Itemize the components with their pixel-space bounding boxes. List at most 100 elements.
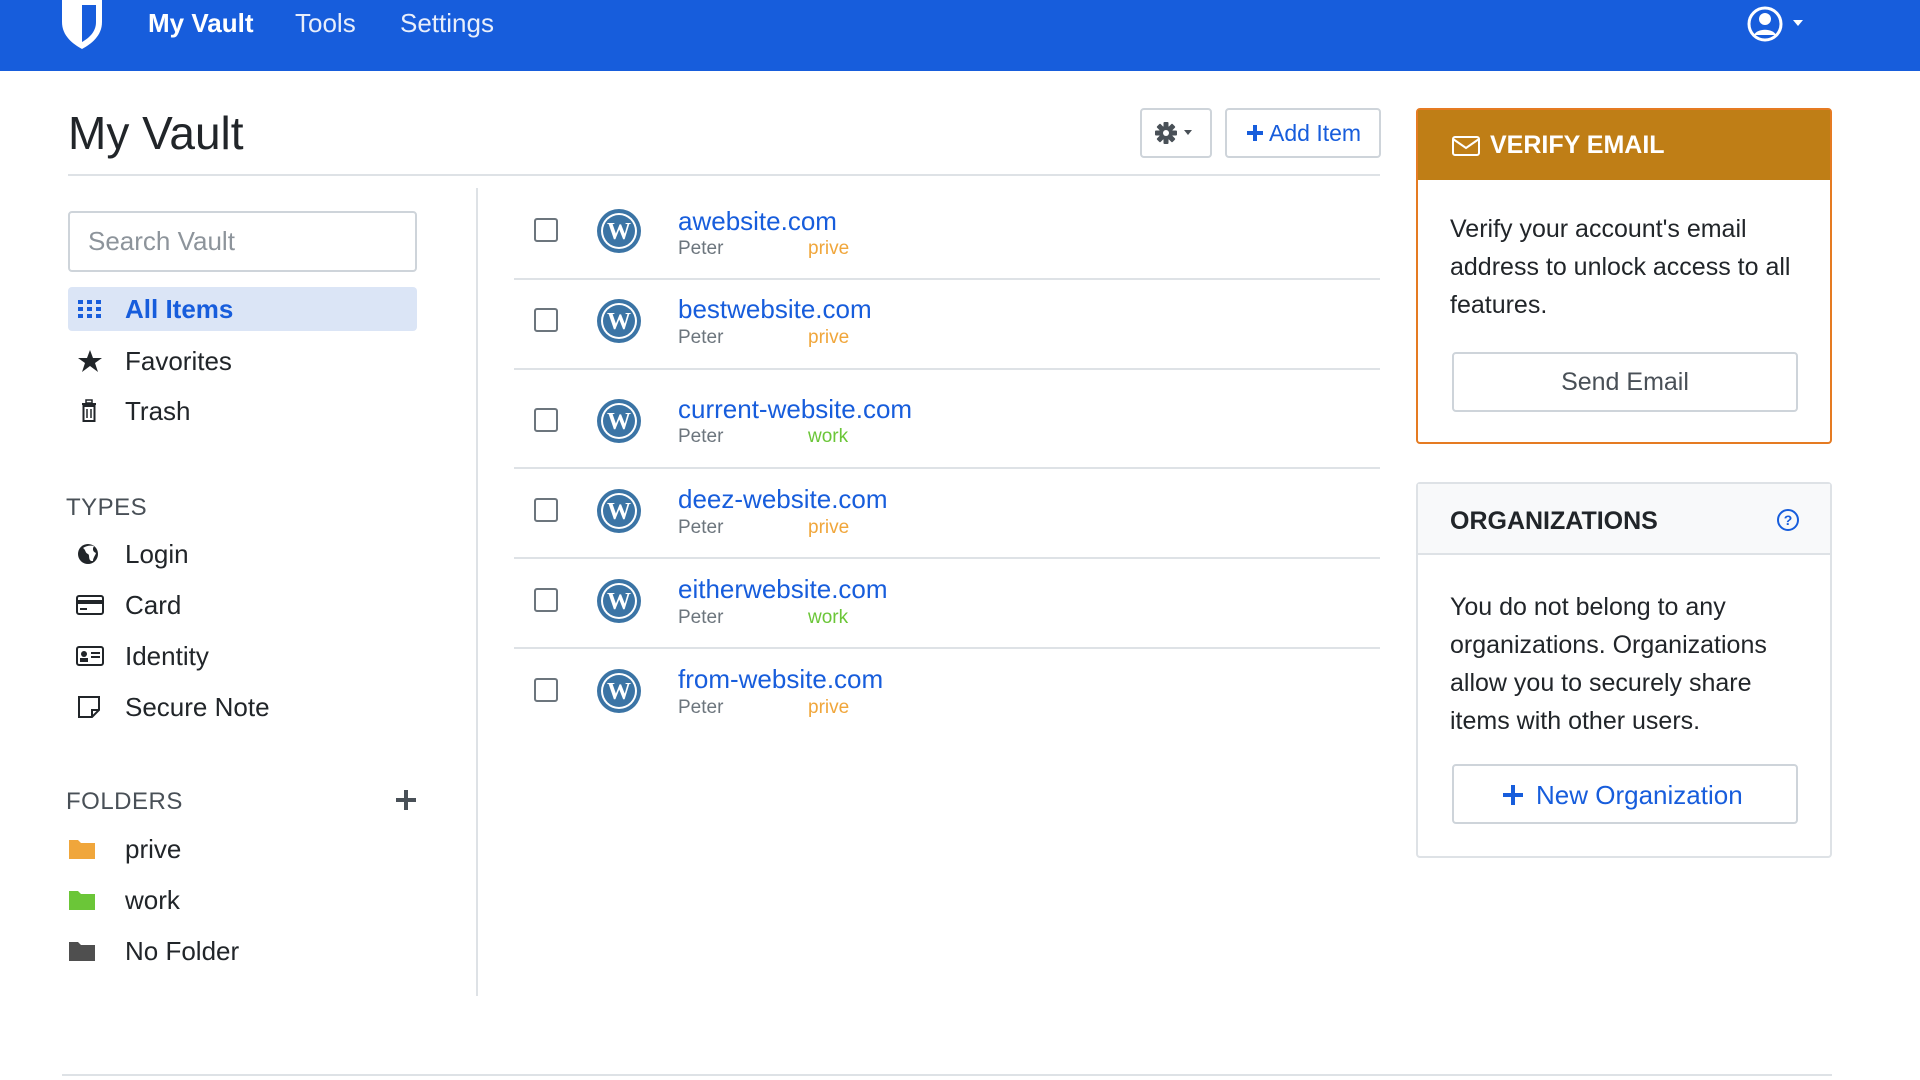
question-circle-icon[interactable]: ? [1776,508,1800,532]
wordpress-icon: W [597,669,641,713]
verify-email-card: VERIFY EMAIL Verify your account's email… [1416,108,1832,444]
item-checkbox[interactable] [534,678,558,702]
type-identity[interactable]: Identity [68,634,417,678]
svg-text:W: W [607,499,631,525]
shield-icon[interactable] [58,0,106,50]
filter-label: Trash [125,396,191,426]
note-icon [78,696,100,718]
wordpress-icon: W [597,489,641,533]
header-divider [68,174,1380,176]
filter-label: All Items [125,294,234,324]
folder-icon [69,840,95,859]
type-label: Login [125,539,189,569]
item-name-link[interactable]: current-website.com [678,394,912,425]
new-organization-button[interactable]: New Organization [1452,764,1798,824]
item-name-link[interactable]: eitherwebsite.com [678,574,888,605]
plus-icon [1247,125,1263,141]
filter-favorites[interactable]: Favorites [68,339,417,383]
folder-label: work [125,885,180,915]
credit-card-icon [76,595,104,615]
item-folder: work [808,426,849,447]
verify-email-text: Verify your account's email address to u… [1450,215,1791,319]
item-checkbox[interactable] [534,308,558,332]
add-folder-icon[interactable] [394,788,418,812]
organizations-title: ORGANIZATIONS [1450,507,1658,535]
folder-icon [69,891,95,910]
nav-settings[interactable]: Settings [400,6,494,40]
verify-email-header: VERIFY EMAIL [1418,110,1830,180]
nav-my-vault[interactable]: My Vault [148,6,253,40]
svg-text:W: W [607,309,631,335]
folder-label: No Folder [125,936,240,966]
filter-trash[interactable]: Trash [68,389,417,433]
folders-heading: FOLDERS [66,788,183,815]
row-divider [514,278,1380,280]
folder-work[interactable]: work [68,878,417,922]
row-divider [514,647,1380,649]
item-owner: Peter [678,607,724,628]
organizations-header: ORGANIZATIONS ? [1418,484,1830,555]
item-owner: Peter [678,517,724,538]
wordpress-icon: W [597,299,641,343]
svg-text:?: ? [1784,512,1793,528]
type-card[interactable]: Card [68,583,417,627]
account-menu[interactable] [1745,4,1815,44]
footer-divider [62,1074,1832,1076]
gear-icon [1155,122,1192,144]
item-checkbox[interactable] [534,218,558,242]
search-vault-input[interactable] [68,211,417,272]
item-owner: Peter [678,426,724,447]
folder-label: prive [125,834,182,864]
caret-down-icon [1793,20,1803,26]
globe-icon [78,544,98,564]
nav-tools[interactable]: Tools [295,6,356,40]
trash-icon [82,399,96,422]
envelope-icon [1452,136,1480,156]
svg-text:W: W [607,589,631,615]
item-checkbox[interactable] [534,588,558,612]
folder-icon [69,942,95,961]
item-name-link[interactable]: bestwebsite.com [678,294,872,325]
grid-icon [78,300,101,318]
id-card-icon [76,646,104,666]
vault-settings-dropdown[interactable] [1140,108,1212,158]
type-label: Secure Note [125,692,270,722]
item-name-link[interactable]: from-website.com [678,664,883,695]
item-checkbox[interactable] [534,408,558,432]
folder-no-folder[interactable]: No Folder [68,929,417,973]
user-circle-icon [1747,6,1803,42]
item-owner: Peter [678,327,724,348]
plus-icon [1503,785,1523,805]
top-navbar: My Vault Tools Settings [0,0,1920,71]
item-folder: prive [808,238,850,259]
svg-text:W: W [607,409,631,435]
organizations-text: You do not belong to any organizations. … [1450,593,1767,735]
type-label: Card [125,590,182,620]
item-name-link[interactable]: awebsite.com [678,206,837,237]
item-folder: work [808,607,849,628]
folder-prive[interactable]: prive [68,827,417,871]
type-login[interactable]: Login [68,532,417,576]
svg-text:W: W [607,679,631,705]
wordpress-icon: W [597,579,641,623]
svg-text:W: W [607,219,631,245]
item-folder: prive [808,697,850,718]
item-folder: prive [808,327,850,348]
sidebar-divider [476,188,478,996]
filter-all-items[interactable]: All Items [68,287,417,331]
item-checkbox[interactable] [534,498,558,522]
send-email-button[interactable]: Send Email [1452,352,1798,412]
organizations-card: ORGANIZATIONS ? You do not belong to any… [1416,482,1832,858]
filter-label: Favorites [125,346,232,376]
item-name-link[interactable]: deez-website.com [678,484,888,515]
type-label: Identity [125,641,209,671]
page-title: My Vault [68,107,244,159]
row-divider [514,557,1380,559]
add-item-label: Add Item [1269,120,1362,146]
item-owner: Peter [678,697,724,718]
verify-email-title: VERIFY EMAIL [1490,131,1665,159]
add-item-button[interactable]: Add Item [1225,108,1381,158]
row-divider [514,467,1380,469]
item-owner: Peter [678,238,724,259]
type-secure-note[interactable]: Secure Note [68,685,417,729]
